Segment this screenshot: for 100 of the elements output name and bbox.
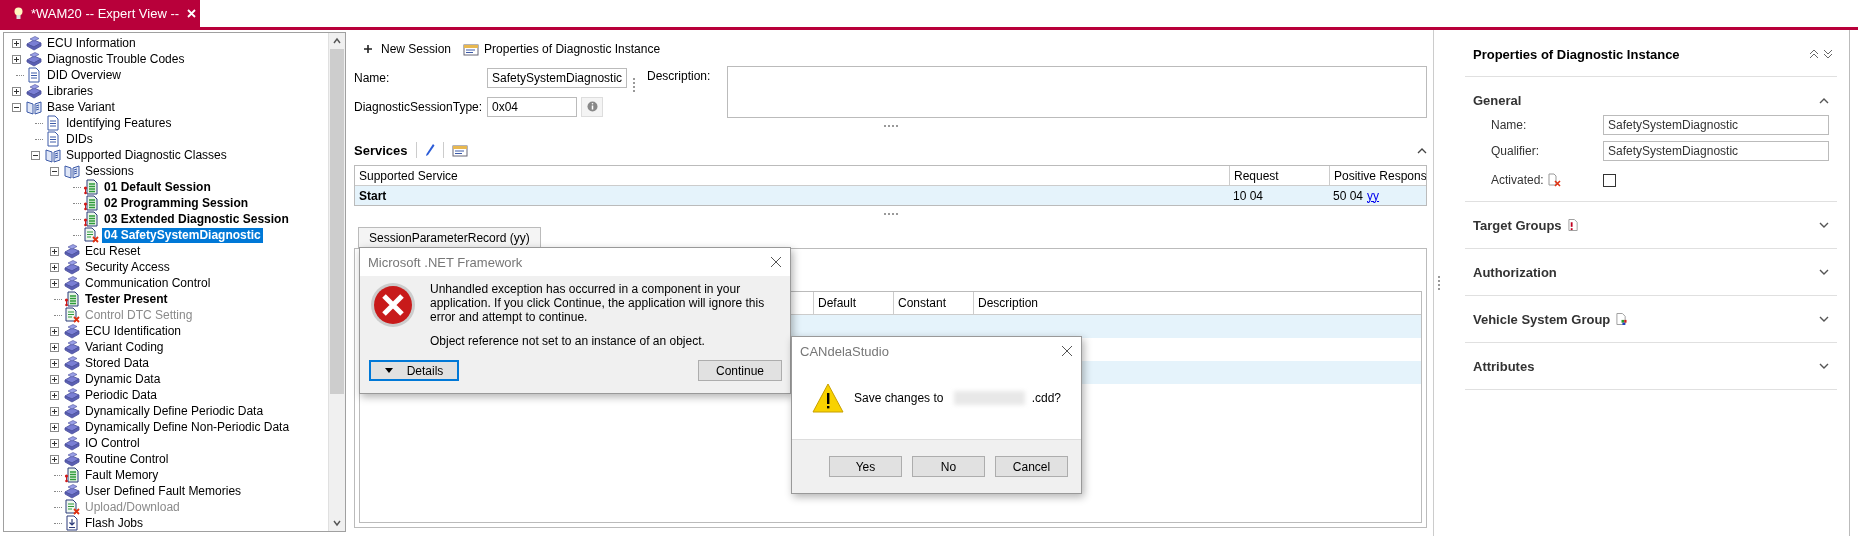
expand-icon[interactable] xyxy=(50,278,59,288)
close-icon[interactable] xyxy=(1061,345,1073,357)
tree-item[interactable]: DID Overview xyxy=(45,67,123,83)
tree-item[interactable]: Stored Data xyxy=(83,355,152,371)
column-header[interactable]: Description xyxy=(973,292,1421,314)
section-title[interactable]: Vehicle System Group xyxy=(1473,311,1611,327)
tree-item[interactable]: ECU Identification xyxy=(83,323,184,339)
document-icon xyxy=(64,291,80,307)
tree-item[interactable]: Security Access xyxy=(83,259,172,275)
link[interactable]: yy xyxy=(1367,188,1380,203)
toolbar-button[interactable]: Properties of Diagnostic Instance xyxy=(463,42,661,56)
crossed-document-icon xyxy=(1547,173,1561,187)
scroll-up-icon[interactable] xyxy=(332,36,342,46)
expand-icon[interactable] xyxy=(50,262,59,272)
tree-item[interactable]: 02 Programming Session xyxy=(102,195,251,211)
document-icon xyxy=(64,467,80,483)
tree-item[interactable]: Flash Jobs xyxy=(83,515,146,531)
dialog-button[interactable]: Yes xyxy=(829,456,902,477)
checkbox[interactable] xyxy=(1603,173,1616,187)
column-header[interactable]: Constant xyxy=(893,292,973,314)
tree-item[interactable]: Sessions xyxy=(83,163,136,179)
tree-item[interactable]: Base Variant xyxy=(45,99,117,115)
document-tab[interactable]: *WAM20 -- Expert View -- xyxy=(0,0,200,27)
document-icon xyxy=(83,211,99,227)
expand-icon[interactable] xyxy=(1819,362,1829,370)
book-icon xyxy=(64,371,80,387)
expand-icon[interactable] xyxy=(12,54,21,64)
scrollbar[interactable] xyxy=(328,33,345,531)
tree-item[interactable]: Ecu Reset xyxy=(83,243,143,259)
tree-item[interactable]: DIDs xyxy=(64,131,95,147)
expand-icon[interactable] xyxy=(50,374,59,384)
tree-item[interactable]: User Defined Fault Memories xyxy=(83,483,244,499)
expand-icon[interactable] xyxy=(50,422,59,432)
expand-icon[interactable] xyxy=(50,406,59,416)
warning-document-icon xyxy=(1567,218,1579,232)
expand-icon[interactable] xyxy=(12,38,21,48)
column-header[interactable]: Default xyxy=(813,292,893,314)
tree-item[interactable]: Diagnostic Trouble Codes xyxy=(45,51,187,67)
section-title[interactable]: Authorization xyxy=(1473,264,1557,280)
column-header[interactable]: Request xyxy=(1229,166,1329,185)
tree-item[interactable]: Routine Control xyxy=(83,451,171,467)
expand-icon[interactable] xyxy=(50,390,59,400)
properties-icon[interactable] xyxy=(451,143,468,157)
dialog-button[interactable]: Details xyxy=(369,360,459,381)
tree-item[interactable]: IO Control xyxy=(83,435,142,451)
expand-icon[interactable] xyxy=(50,246,59,256)
scroll-down-icon[interactable] xyxy=(332,518,342,528)
info-button[interactable] xyxy=(581,96,603,117)
tree-item[interactable]: Variant Coding xyxy=(83,339,166,355)
collapse-icon[interactable] xyxy=(1819,96,1829,104)
toolbar-button[interactable]: New Session xyxy=(360,42,452,56)
document-icon xyxy=(45,115,61,131)
tab[interactable]: SessionParameterRecord (yy) xyxy=(358,227,541,248)
collapse-icon[interactable] xyxy=(31,150,40,160)
tree-item[interactable]: Communication Control xyxy=(83,275,213,291)
tree-item[interactable]: 01 Default Session xyxy=(102,179,213,195)
expand-icon[interactable] xyxy=(12,86,21,96)
tree-item[interactable]: Periodic Data xyxy=(83,387,160,403)
close-icon[interactable] xyxy=(770,256,782,268)
tree-item[interactable]: 04 SafetySystemDiagnostic xyxy=(102,227,263,243)
tree-item[interactable]: 03 Extended Diagnostic Session xyxy=(102,211,291,227)
table-row[interactable]: Start 10 04 50 04 yy xyxy=(355,186,1426,205)
input-field[interactable]: SafetySystemDiagnostic xyxy=(1603,115,1829,135)
dialog-button[interactable]: Cancel xyxy=(995,456,1068,477)
collapse-icon[interactable] xyxy=(50,166,59,176)
expand-icon[interactable] xyxy=(1819,268,1829,276)
document-icon xyxy=(83,195,99,211)
tree-item[interactable]: Dynamic Data xyxy=(83,371,163,387)
section-title[interactable]: Target Groups xyxy=(1473,217,1562,233)
tree-item[interactable]: Dynamically Define Non-Periodic Data xyxy=(83,419,292,435)
tree-item[interactable]: Tester Present xyxy=(83,291,170,307)
tree-item[interactable]: Dynamically Define Periodic Data xyxy=(83,403,266,419)
expand-icon[interactable] xyxy=(1819,315,1829,323)
expand-icon[interactable] xyxy=(50,358,59,368)
expand-icon[interactable] xyxy=(50,454,59,464)
tree-item[interactable]: Fault Memory xyxy=(83,467,161,483)
tree-item[interactable]: ECU Information xyxy=(45,35,138,51)
tree-item[interactable]: Libraries xyxy=(45,83,96,99)
dialog-title: CANdelaStudio xyxy=(800,343,890,359)
name-field[interactable]: SafetySystemDiagnostic xyxy=(487,67,627,88)
expand-icon[interactable] xyxy=(50,342,59,352)
tree-item[interactable]: Supported Diagnostic Classes xyxy=(64,147,229,163)
input-field[interactable]: SafetySystemDiagnostic xyxy=(1603,141,1829,161)
session-type-field[interactable]: 0x04 xyxy=(487,96,577,117)
collapse-icon[interactable] xyxy=(12,102,21,112)
description-field[interactable] xyxy=(727,66,1427,118)
expand-icon[interactable] xyxy=(50,326,59,336)
column-header[interactable]: Supported Service xyxy=(355,166,1229,185)
tree-item[interactable]: Identifying Features xyxy=(64,115,174,131)
dialog-button[interactable]: No xyxy=(912,456,985,477)
section-title[interactable]: Attributes xyxy=(1473,358,1535,374)
book-icon xyxy=(64,323,80,339)
section-title[interactable]: General xyxy=(1473,92,1522,108)
expand-icon[interactable] xyxy=(1819,221,1829,229)
open-book-icon xyxy=(26,99,42,115)
dialog-button[interactable]: Continue xyxy=(698,360,782,381)
expand-icon[interactable] xyxy=(50,438,59,448)
pencil-icon[interactable] xyxy=(424,143,435,157)
column-header[interactable]: Positive Respons xyxy=(1329,166,1426,185)
collapse-icon[interactable] xyxy=(1417,146,1427,154)
